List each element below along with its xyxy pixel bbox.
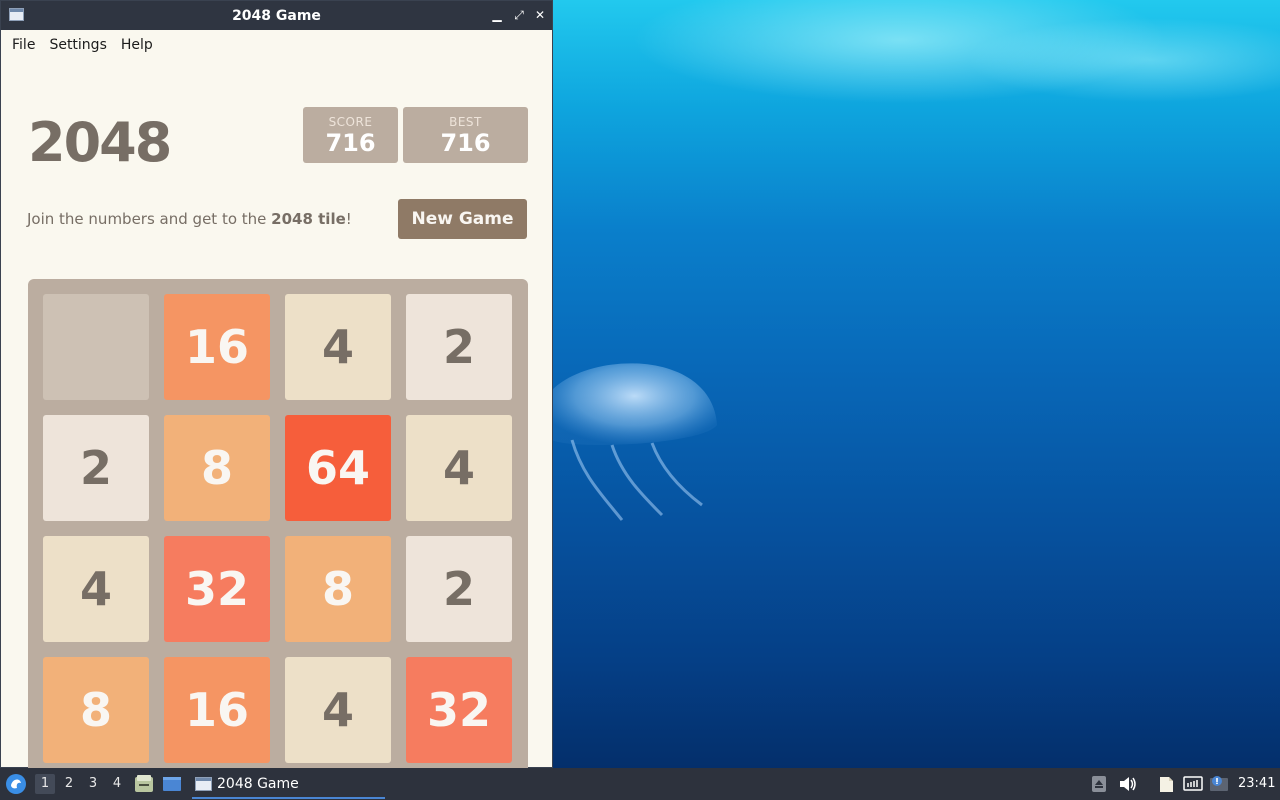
menu-file[interactable]: File xyxy=(5,37,42,53)
network-icon[interactable] xyxy=(1183,775,1203,793)
new-game-button[interactable]: New Game xyxy=(398,199,527,239)
tile-16: 16 xyxy=(164,657,270,763)
task-window-icon xyxy=(195,777,212,791)
workspace-4[interactable]: 4 xyxy=(107,774,127,794)
workspace-2[interactable]: 2 xyxy=(59,774,79,794)
tile-32: 32 xyxy=(406,657,512,763)
menu-settings[interactable]: Settings xyxy=(42,37,113,53)
clipboard-icon[interactable] xyxy=(1156,775,1176,793)
tile-empty xyxy=(43,294,149,400)
menu-help[interactable]: Help xyxy=(114,37,160,53)
tile-32: 32 xyxy=(164,536,270,642)
jellyfish-image xyxy=(552,363,717,521)
intro-suffix: ! xyxy=(345,210,352,228)
workspace-1[interactable]: 1 xyxy=(35,774,55,794)
score-label: SCORE xyxy=(328,115,373,129)
start-menu-icon[interactable] xyxy=(5,773,27,795)
eject-icon[interactable] xyxy=(1091,775,1107,793)
tile-16: 16 xyxy=(164,294,270,400)
show-desktop-icon[interactable] xyxy=(162,775,182,793)
maximize-icon[interactable]: ⤢ xyxy=(511,7,527,23)
intro-bold: 2048 tile xyxy=(271,210,346,228)
game-board: 16 4 2 2 8 64 4 4 32 8 2 8 16 4 32 xyxy=(28,279,528,779)
menubar: File Settings Help xyxy=(1,30,552,59)
tile-2: 2 xyxy=(406,294,512,400)
tile-8: 8 xyxy=(285,536,391,642)
taskbar: 1 2 3 4 2048 Game 23:41 xyxy=(0,768,1280,800)
best-label: BEST xyxy=(449,115,482,129)
file-manager-icon[interactable] xyxy=(134,775,154,793)
volume-icon[interactable] xyxy=(1118,775,1138,793)
minimize-icon[interactable]: ▁ xyxy=(489,7,505,23)
notification-icon[interactable] xyxy=(1209,775,1229,793)
task-label: 2048 Game xyxy=(217,776,299,792)
tile-4: 4 xyxy=(285,294,391,400)
intro-text: Join the numbers and get to the 2048 til… xyxy=(27,210,352,228)
best-box: BEST 716 xyxy=(403,107,528,163)
tile-4: 4 xyxy=(406,415,512,521)
score-box: SCORE 716 xyxy=(303,107,398,163)
tile-2: 2 xyxy=(406,536,512,642)
taskbar-clock: 23:41 xyxy=(1238,776,1276,791)
tile-64: 64 xyxy=(285,415,391,521)
best-value: 716 xyxy=(440,129,491,157)
close-icon[interactable]: ✕ xyxy=(532,7,548,23)
tile-8: 8 xyxy=(43,657,149,763)
taskbar-task-2048[interactable]: 2048 Game xyxy=(192,770,385,799)
tile-2: 2 xyxy=(43,415,149,521)
game-title: 2048 xyxy=(28,111,172,174)
app-window: 2048 Game ▁ ⤢ ✕ File Settings Help 2048 … xyxy=(0,0,553,779)
window-titlebar[interactable]: 2048 Game ▁ ⤢ ✕ xyxy=(1,1,552,30)
window-title: 2048 Game xyxy=(232,7,321,24)
tile-4: 4 xyxy=(285,657,391,763)
intro-prefix: Join the numbers and get to the xyxy=(27,210,272,228)
tile-8: 8 xyxy=(164,415,270,521)
workspace-3[interactable]: 3 xyxy=(83,774,103,794)
tile-4: 4 xyxy=(43,536,149,642)
score-value: 716 xyxy=(325,129,376,157)
game-area: 2048 SCORE 716 BEST 716 Join the numbers… xyxy=(1,59,552,779)
